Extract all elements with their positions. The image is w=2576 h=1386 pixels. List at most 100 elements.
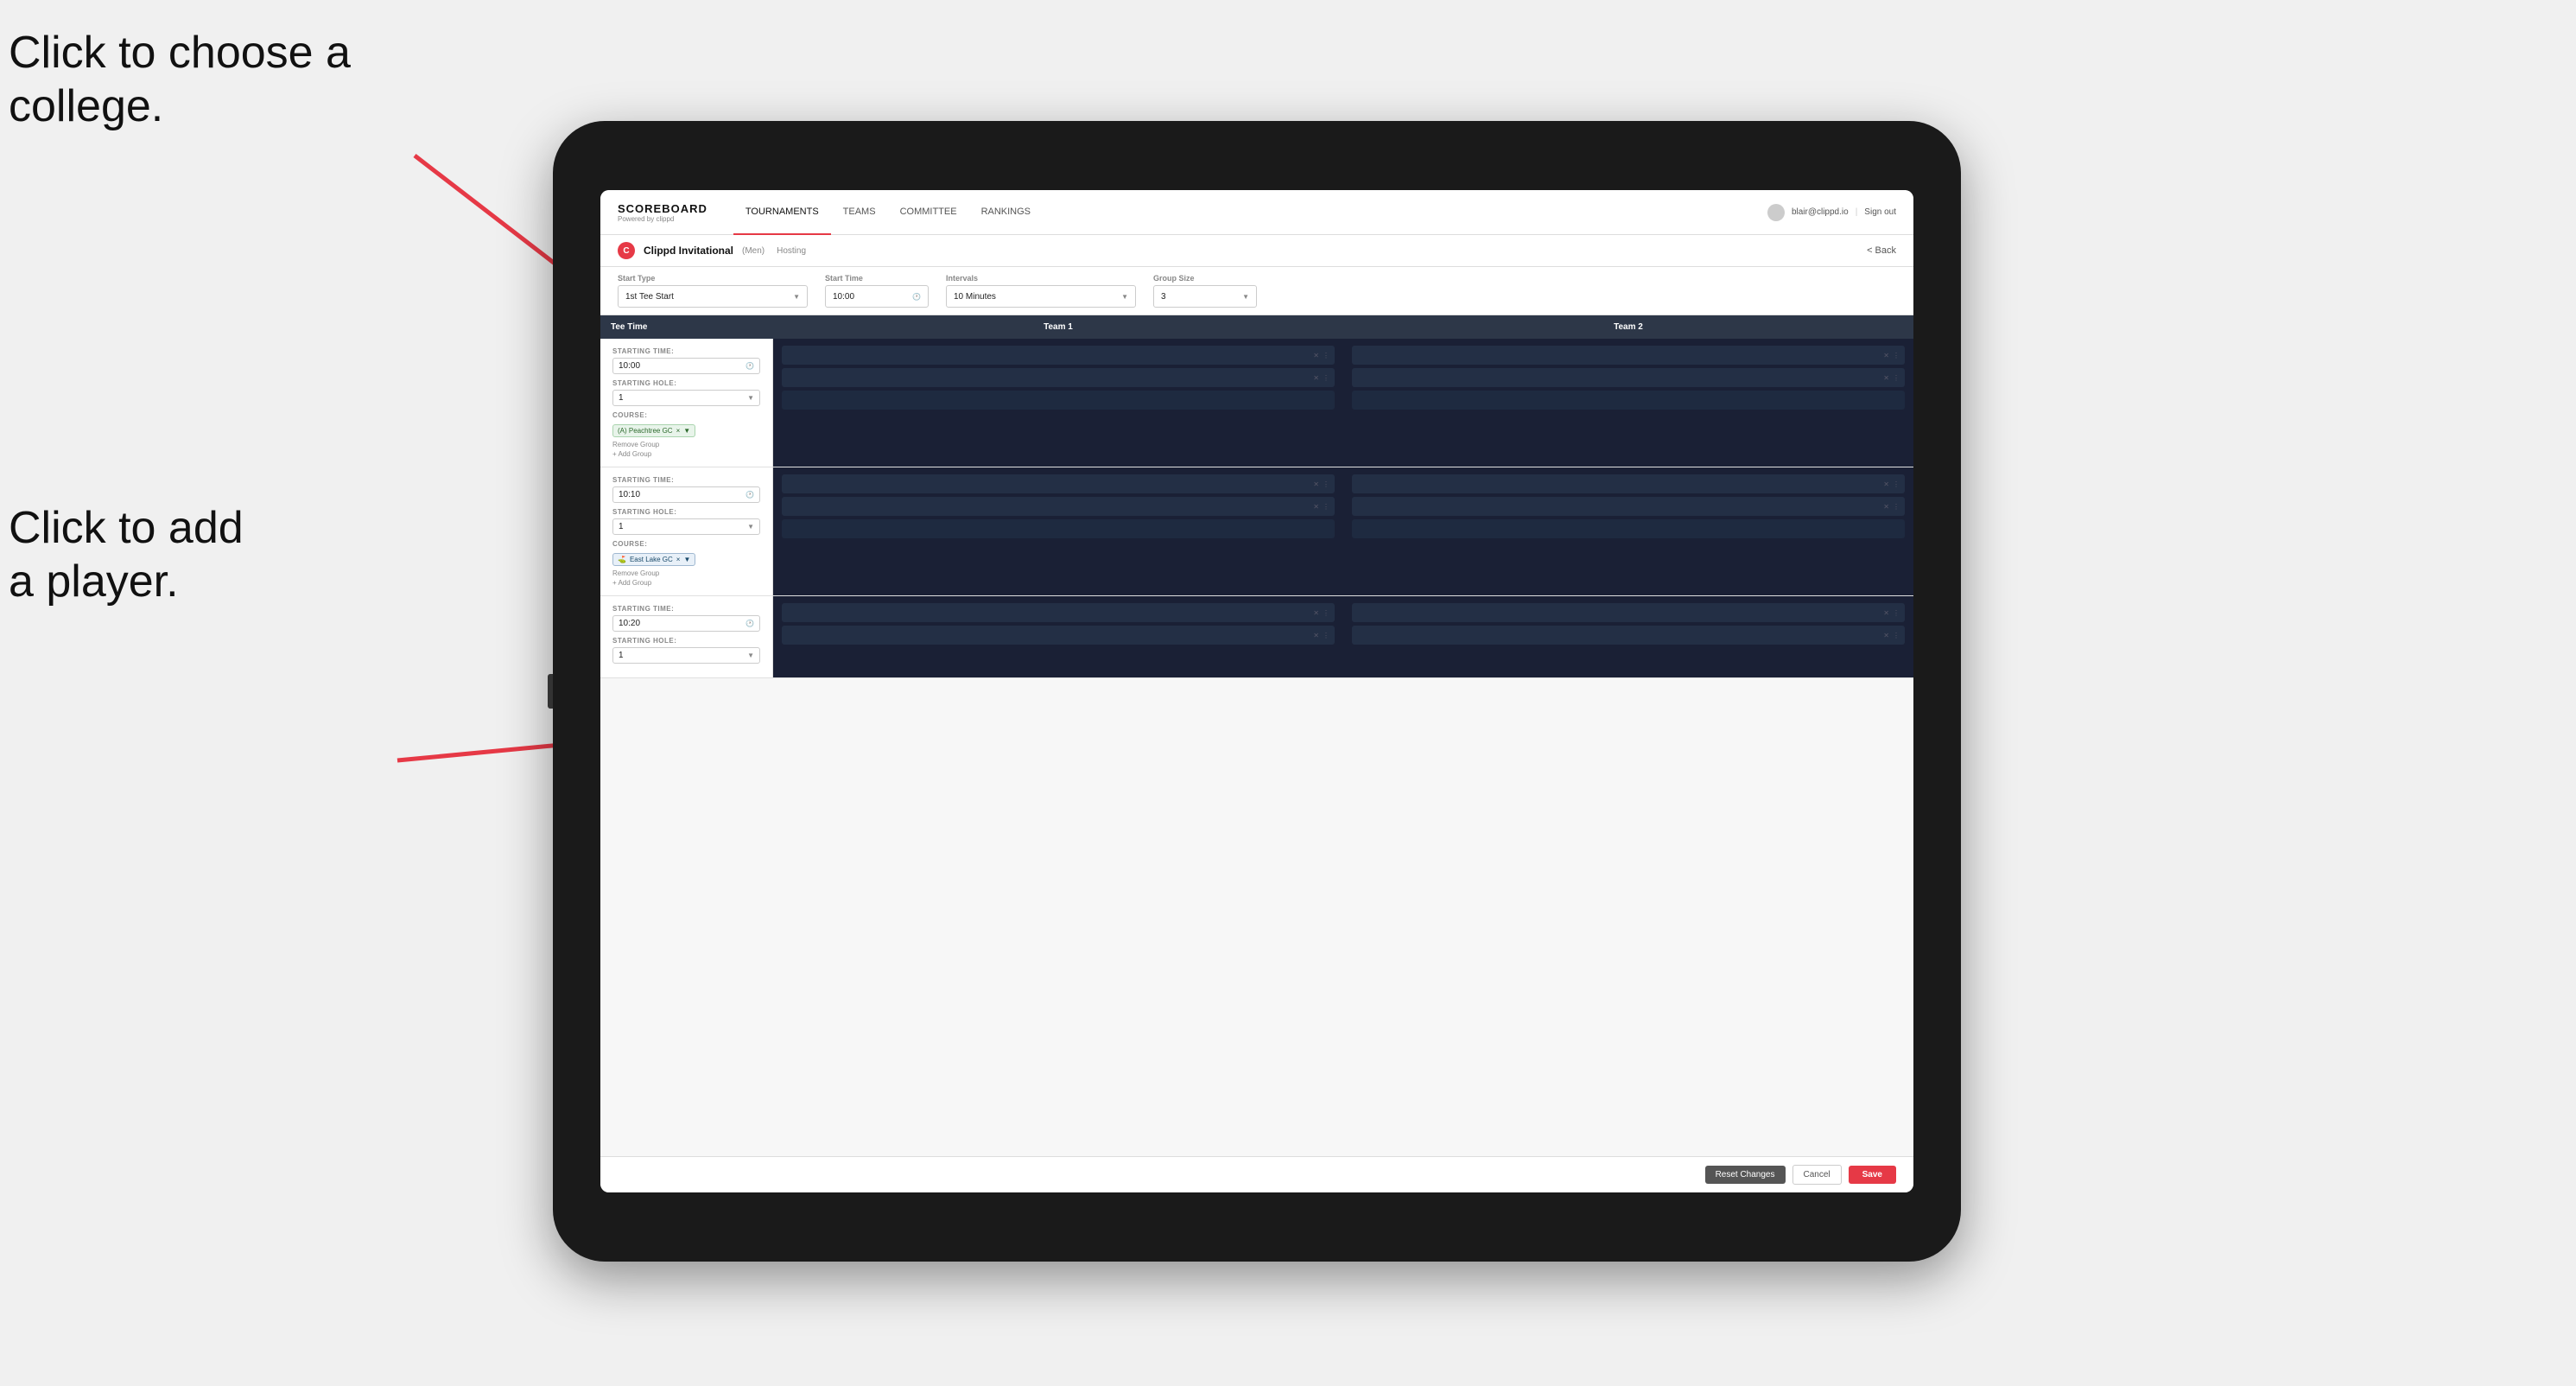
group-size-select[interactable]: 3 ▼ — [1153, 285, 1257, 308]
start-type-control: Start Type 1st Tee Start ▼ — [618, 274, 808, 308]
chevron-icon-2: ▼ — [747, 523, 754, 531]
x-icon: ✕ — [1313, 503, 1319, 511]
starting-time-field-1[interactable]: 10:00 🕐 — [612, 358, 760, 374]
nav-committee[interactable]: COMMITTEE — [888, 190, 969, 235]
table-row: STARTING TIME: 10:10 🕐 STARTING HOLE: 1 … — [600, 467, 1913, 596]
annotation-choose-college: Click to choose a college. — [9, 26, 351, 134]
player-slot[interactable]: ✕ ⋮ — [1352, 603, 1905, 622]
remove-group-1[interactable]: Remove Group — [612, 441, 760, 448]
group-size-control: Group Size 3 ▼ — [1153, 274, 1257, 308]
nav-teams[interactable]: TEAMS — [831, 190, 888, 235]
expand-icon: ⋮ — [1893, 632, 1900, 639]
back-button[interactable]: < Back — [1867, 245, 1896, 256]
chevron-icon-1: ▼ — [747, 394, 754, 402]
close-icon-2[interactable]: × — [676, 556, 681, 563]
clock-icon-2: 🕐 — [746, 491, 754, 499]
table-row: STARTING TIME: 10:20 🕐 STARTING HOLE: 1 … — [600, 596, 1913, 678]
nav-bar: SCOREBOARD Powered by clippd TOURNAMENTS… — [600, 190, 1913, 235]
table-header: Tee Time Team 1 Team 2 — [600, 315, 1913, 339]
th-tee-time: Tee Time — [600, 315, 773, 339]
nav-rankings[interactable]: RANKINGS — [969, 190, 1043, 235]
annotation-add-player: Click to add a player. — [9, 501, 244, 609]
intervals-control: Intervals 10 Minutes ▼ — [946, 274, 1136, 308]
expand-icon: ⋮ — [1893, 609, 1900, 617]
add-group-2[interactable]: + Add Group — [612, 579, 760, 587]
sub-header: C Clippd Invitational (Men) Hosting < Ba… — [600, 235, 1913, 267]
team1-slots-1: ✕ ⋮ ✕ ⋮ — [773, 339, 1343, 467]
chevron-icon-3: ▼ — [747, 652, 754, 659]
save-button[interactable]: Save — [1849, 1166, 1896, 1184]
player-slot-empty[interactable] — [1352, 519, 1905, 538]
user-email: blair@clippd.io — [1792, 207, 1849, 217]
x-icon: ✕ — [1313, 480, 1319, 488]
player-slot[interactable]: ✕ ⋮ — [782, 603, 1335, 622]
x-icon: ✕ — [1883, 609, 1889, 617]
team2-slots-2: ✕ ⋮ ✕ ⋮ — [1343, 467, 1913, 595]
player-slot[interactable]: ✕ ⋮ — [1352, 368, 1905, 387]
start-type-select[interactable]: 1st Tee Start ▼ — [618, 285, 808, 308]
x-icon: ✕ — [1883, 374, 1889, 382]
start-time-control: Start Time 10:00 🕐 — [825, 274, 929, 308]
starting-hole-field-1[interactable]: 1 ▼ — [612, 390, 760, 406]
reset-changes-button[interactable]: Reset Changes — [1705, 1166, 1786, 1184]
group-left-2: STARTING TIME: 10:10 🕐 STARTING HOLE: 1 … — [600, 467, 773, 595]
expand-icon: ⋮ — [1323, 374, 1329, 382]
starting-time-label-1: STARTING TIME: — [612, 347, 760, 355]
player-slot[interactable]: ✕ ⋮ — [1352, 346, 1905, 365]
player-slot[interactable]: ✕ ⋮ — [782, 346, 1335, 365]
starting-hole-label-2: STARTING HOLE: — [612, 508, 760, 516]
course-label-2: COURSE: — [612, 540, 760, 548]
team1-slots-3: ✕ ⋮ ✕ ⋮ — [773, 596, 1343, 677]
expand-icon: ⋮ — [1893, 352, 1900, 359]
player-slot[interactable]: ✕ ⋮ — [1352, 474, 1905, 493]
course-tag-1[interactable]: (A) Peachtree GC × ▼ — [612, 424, 695, 437]
cancel-button[interactable]: Cancel — [1792, 1165, 1842, 1185]
starting-time-field-3[interactable]: 10:20 🕐 — [612, 615, 760, 632]
x-icon: ✕ — [1883, 503, 1889, 511]
starting-time-field-2[interactable]: 10:10 🕐 — [612, 486, 760, 503]
nav-links: TOURNAMENTS TEAMS COMMITTEE RANKINGS — [733, 190, 1767, 235]
player-slot[interactable]: ✕ ⋮ — [782, 368, 1335, 387]
player-slot[interactable]: ✕ ⋮ — [782, 626, 1335, 645]
nav-tournaments[interactable]: TOURNAMENTS — [733, 190, 831, 235]
team1-slots-2: ✕ ⋮ ✕ ⋮ — [773, 467, 1343, 595]
th-team1: Team 1 — [773, 315, 1343, 339]
controls-row: Start Type 1st Tee Start ▼ Start Time 10… — [600, 267, 1913, 315]
brand-subtitle: Powered by clippd — [618, 215, 707, 223]
expand-icon: ⋮ — [1893, 480, 1900, 488]
start-time-label: Start Time — [825, 274, 929, 283]
player-slot[interactable]: ✕ ⋮ — [782, 497, 1335, 516]
course-label-1: COURSE: — [612, 411, 760, 419]
sign-out-link[interactable]: Sign out — [1864, 207, 1896, 217]
add-group-1[interactable]: + Add Group — [612, 450, 760, 458]
player-slot[interactable]: ✕ ⋮ — [1352, 497, 1905, 516]
x-icon: ✕ — [1883, 352, 1889, 359]
starting-hole-field-2[interactable]: 1 ▼ — [612, 518, 760, 535]
starting-hole-field-3[interactable]: 1 ▼ — [612, 647, 760, 664]
intervals-select[interactable]: 10 Minutes ▼ — [946, 285, 1136, 308]
x-icon: ✕ — [1883, 480, 1889, 488]
player-slot[interactable]: ✕ ⋮ — [1352, 626, 1905, 645]
clock-icon-3: 🕐 — [746, 620, 754, 627]
start-time-select[interactable]: 10:00 🕐 — [825, 285, 929, 308]
remove-group-2[interactable]: Remove Group — [612, 569, 760, 577]
clock-icon: 🕐 — [912, 293, 921, 301]
footer: Reset Changes Cancel Save — [600, 1156, 1913, 1192]
chevron-course-icon-1: ▼ — [683, 427, 690, 435]
player-slot-empty[interactable] — [1352, 391, 1905, 410]
course-tag-2[interactable]: ⛳ East Lake GC × ▼ — [612, 553, 695, 566]
expand-icon: ⋮ — [1323, 480, 1329, 488]
intervals-label: Intervals — [946, 274, 1136, 283]
player-slot-empty[interactable] — [782, 519, 1335, 538]
expand-icon: ⋮ — [1893, 374, 1900, 382]
th-team2: Team 2 — [1343, 315, 1913, 339]
brand-title: SCOREBOARD — [618, 202, 707, 215]
group-left-3: STARTING TIME: 10:20 🕐 STARTING HOLE: 1 … — [600, 596, 773, 677]
group-size-label: Group Size — [1153, 274, 1257, 283]
chevron-down-icon-2: ▼ — [1121, 293, 1128, 301]
player-slot-empty[interactable] — [782, 391, 1335, 410]
x-icon: ✕ — [1313, 632, 1319, 639]
player-slot[interactable]: ✕ ⋮ — [782, 474, 1335, 493]
team2-slots-3: ✕ ⋮ ✕ ⋮ — [1343, 596, 1913, 677]
close-icon-1[interactable]: × — [676, 427, 681, 435]
